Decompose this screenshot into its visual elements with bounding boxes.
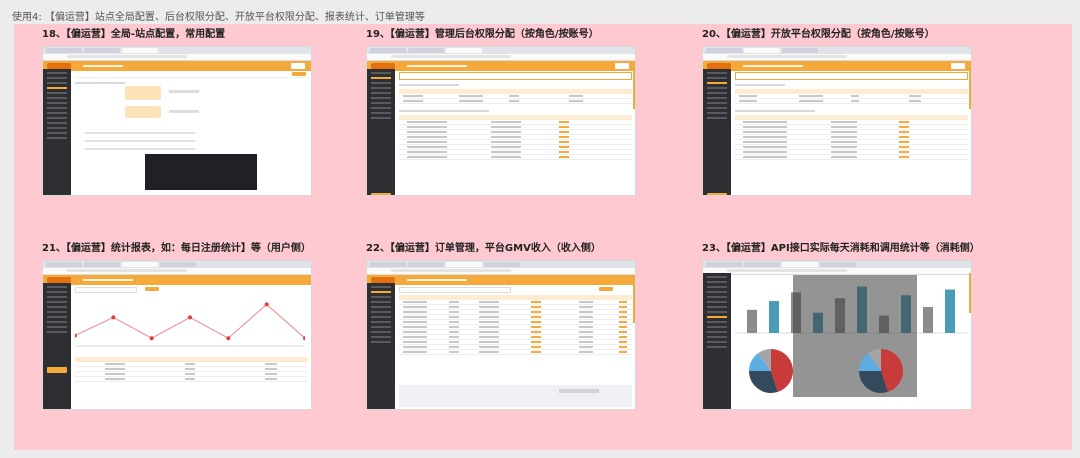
pie-charts	[749, 349, 903, 393]
page-header: 使用4: 【偏运营】站点全局配置、后台权限分配、开放平台权限分配、报表统计、订单…	[12, 12, 425, 23]
data-point[interactable]	[188, 315, 192, 320]
card-admin-permissions[interactable]: 19、【偏运营】管理后台权限分配（按角色/按账号）	[366, 28, 636, 196]
address-bar	[43, 54, 311, 61]
card-open-platform-permissions[interactable]: 20、【偏运营】开放平台权限分配（按角色/按账号）	[702, 28, 972, 196]
content	[75, 72, 308, 193]
card-title: 22、【偏运营】订单管理，平台GMV收入（收入侧）	[366, 243, 601, 254]
series-line	[74, 303, 306, 339]
topbar-button	[615, 63, 629, 69]
card-title: 21、【偏运营】统计报表，如：每日注册统计】等（用户侧）	[42, 243, 311, 254]
address-bar	[367, 268, 635, 275]
screenshot-order-management[interactable]	[366, 260, 636, 410]
pagination-area	[399, 385, 632, 407]
browser-tabs	[703, 47, 971, 54]
screenshot-stats-report[interactable]	[42, 260, 312, 410]
card-site-config[interactable]: 18、【偏运营】全局-站点配置，常用配置	[42, 28, 312, 196]
sidebar	[367, 69, 395, 195]
scrollbar[interactable]	[969, 69, 971, 109]
code-editor	[145, 154, 257, 190]
topbar-button	[291, 63, 305, 69]
sidebar	[43, 69, 71, 195]
sidebar	[43, 283, 71, 409]
screenshot-site-config[interactable]	[42, 46, 312, 196]
browser-tabs	[367, 261, 635, 268]
browser-tabs	[43, 47, 311, 54]
sidebar	[703, 69, 731, 195]
content	[735, 72, 968, 193]
card-title: 20、【偏运营】开放平台权限分配（按角色/按账号）	[702, 29, 935, 40]
topbar-button	[951, 63, 965, 69]
data-point[interactable]	[111, 315, 116, 320]
address-bar	[367, 54, 635, 61]
screenshot-admin-permissions[interactable]	[366, 46, 636, 196]
card-title: 23、【偏运营】API接口实际每天消耗和调用统计等（消耗侧）	[702, 243, 980, 254]
top-bar	[703, 61, 971, 71]
address-bar	[703, 268, 971, 275]
address-bar	[43, 268, 311, 275]
content	[735, 275, 968, 407]
screenshot-open-platform-permissions[interactable]	[702, 46, 972, 196]
card-order-management[interactable]: 22、【偏运营】订单管理，平台GMV收入（收入侧）	[366, 242, 636, 410]
bar[interactable]	[769, 301, 779, 333]
data-point[interactable]	[149, 336, 154, 341]
sidebar	[703, 273, 731, 409]
bar[interactable]	[747, 309, 757, 333]
logo-preview	[125, 106, 161, 118]
browser-tabs	[703, 261, 971, 268]
bar[interactable]	[945, 289, 955, 334]
sidebar	[367, 283, 395, 409]
address-bar	[703, 54, 971, 61]
content	[73, 286, 308, 407]
data-point[interactable]	[73, 333, 77, 338]
board: 18、【偏运营】全局-站点配置，常用配置 19、【偏运营】管理后台权限分配（按角…	[14, 24, 1072, 450]
bar[interactable]	[923, 306, 933, 333]
logo-preview	[125, 86, 161, 100]
scrollbar[interactable]	[633, 69, 635, 109]
top-bar	[43, 275, 311, 285]
top-bar	[367, 61, 635, 71]
card-title: 18、【偏运营】全局-站点配置，常用配置	[42, 29, 226, 40]
browser-tabs	[43, 261, 311, 268]
card-stats-report[interactable]: 21、【偏运营】统计报表，如：每日注册统计】等（用户侧）	[42, 242, 312, 410]
data-point[interactable]	[226, 336, 231, 341]
line-chart	[73, 302, 307, 347]
screenshot-api-usage[interactable]	[702, 260, 972, 410]
top-bar	[367, 275, 635, 285]
data-point[interactable]	[264, 302, 269, 307]
card-api-usage[interactable]: 23、【偏运营】API接口实际每天消耗和调用统计等（消耗侧）	[702, 242, 980, 410]
card-title: 19、【偏运营】管理后台权限分配（按角色/按账号）	[366, 29, 599, 40]
top-bar	[43, 61, 311, 71]
browser-tabs	[367, 47, 635, 54]
scrollbar[interactable]	[969, 273, 971, 313]
content	[399, 72, 632, 193]
scrollbar[interactable]	[633, 283, 635, 323]
content	[399, 286, 632, 407]
